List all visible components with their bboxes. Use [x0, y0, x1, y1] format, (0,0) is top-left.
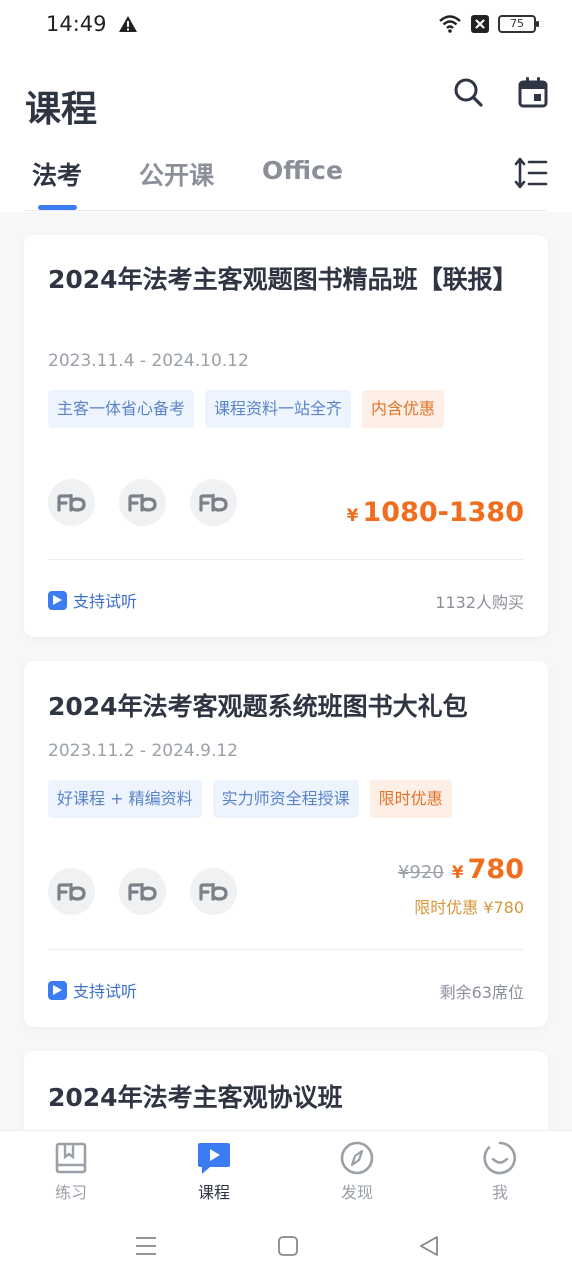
currency-symbol: ¥: [346, 506, 359, 526]
brand-logo-icon: [56, 493, 86, 512]
calendar-icon[interactable]: [517, 76, 549, 108]
menu-icon[interactable]: [135, 1235, 157, 1257]
system-navigation-bar: [0, 1223, 572, 1269]
course-date: 2023.11.4 - 2024.10.12: [48, 351, 249, 371]
no-sim-icon: [471, 15, 489, 33]
nav-me[interactable]: 我: [460, 1141, 540, 1203]
search-icon[interactable]: [452, 76, 484, 108]
course-card[interactable]: 2024年法考主客观题图书精品班【联报】 2023.11.4 - 2024.10…: [24, 235, 548, 637]
avatar: [190, 479, 237, 526]
back-icon[interactable]: [418, 1235, 440, 1257]
nav-label: 我: [491, 1183, 508, 1202]
status-bar: 14:49 75: [0, 10, 572, 42]
avatar: [119, 479, 166, 526]
course-tags: 好课程 + 精编资料 实力师资全程授课 限时优惠: [48, 780, 452, 818]
course-tag: 课程资料一站全齐: [205, 390, 352, 428]
smile-icon: [483, 1141, 516, 1175]
battery-level: 75: [510, 17, 524, 30]
trial-label: 支持试听: [73, 982, 138, 1001]
nav-label: 发现: [340, 1183, 373, 1202]
brand-logo-icon: [127, 882, 157, 901]
teacher-avatars: [48, 868, 237, 915]
nav-discover[interactable]: 发现: [317, 1141, 397, 1203]
course-title: 2024年法考主客观协议班: [48, 1083, 343, 1112]
avatar: [48, 868, 95, 915]
tab-fakao[interactable]: 法考: [32, 156, 82, 192]
trial-label: 支持试听: [73, 592, 138, 611]
avatar: [48, 479, 95, 526]
card-divider: [48, 559, 524, 560]
limited-offer-price: 限时优惠 ¥780: [414, 898, 524, 917]
page-title: 课程: [25, 89, 98, 130]
original-price: ¥920: [397, 862, 444, 883]
home-icon[interactable]: [277, 1235, 299, 1257]
compass-icon: [340, 1141, 374, 1175]
wifi-icon: [439, 15, 461, 33]
card-divider: [48, 949, 524, 950]
seats-remaining: 剩余63席位: [439, 983, 524, 1002]
currency-symbol: ¥: [451, 863, 464, 883]
status-icons: 75: [438, 14, 539, 34]
course-price: ¥1080-1380: [347, 497, 524, 528]
course-date: 2023.11.2 - 2024.9.12: [48, 741, 238, 761]
tab-office[interactable]: Office: [262, 156, 343, 185]
top-bar: 14:49 75 课程 法考 公开课 Office: [0, 0, 572, 212]
status-time: 14:49: [46, 12, 107, 36]
play-chat-icon: [198, 1143, 230, 1174]
book-icon: [55, 1142, 87, 1174]
promo-tag: 限时优惠: [369, 780, 452, 818]
warning-icon: [119, 16, 137, 32]
play-icon: [48, 980, 67, 1000]
nav-practice[interactable]: 练习: [31, 1141, 111, 1203]
tab-public-course[interactable]: 公开课: [139, 156, 214, 192]
tabs-divider: [25, 210, 547, 211]
avatar: [190, 868, 237, 915]
brand-logo-icon: [198, 882, 228, 901]
course-tag: 好课程 + 精编资料: [48, 780, 202, 818]
promo-tag: 内含优惠: [362, 390, 445, 428]
avatar: [119, 868, 166, 915]
brand-logo-icon: [56, 882, 86, 901]
brand-logo-icon: [127, 493, 157, 512]
teacher-avatars: [48, 479, 237, 526]
course-tag: 实力师资全程授课: [212, 780, 359, 818]
course-card[interactable]: 2024年法考客观题系统班图书大礼包 2023.11.2 - 2024.9.12…: [24, 661, 548, 1027]
course-card[interactable]: 2024年法考主客观协议班: [24, 1051, 548, 1130]
purchase-count: 1132人购买: [435, 593, 524, 612]
trial-link[interactable]: 支持试听: [48, 978, 137, 1002]
course-title: 2024年法考主客观题图书精品班【联报】: [48, 265, 518, 294]
price-amount: 1080-1380: [362, 497, 525, 528]
trial-link[interactable]: 支持试听: [48, 588, 137, 612]
bottom-navigation: 练习 课程 发现 我: [0, 1130, 572, 1280]
course-price: ¥920 ¥780: [398, 854, 524, 885]
nav-label: 课程: [197, 1183, 230, 1202]
nav-courses[interactable]: 课程: [174, 1141, 254, 1203]
brand-logo-icon: [198, 493, 228, 512]
price-amount: 780: [467, 854, 524, 885]
course-tag: 主客一体省心备考: [48, 390, 195, 428]
course-title: 2024年法考客观题系统班图书大礼包: [48, 692, 468, 721]
play-icon: [48, 590, 67, 610]
course-tabs: 法考 公开课 Office: [0, 150, 572, 210]
nav-label: 练习: [54, 1183, 87, 1202]
course-tags: 主客一体省心备考 课程资料一站全齐 内含优惠: [48, 390, 445, 428]
battery-indicator: 75: [498, 15, 539, 33]
sort-icon[interactable]: [514, 156, 548, 190]
